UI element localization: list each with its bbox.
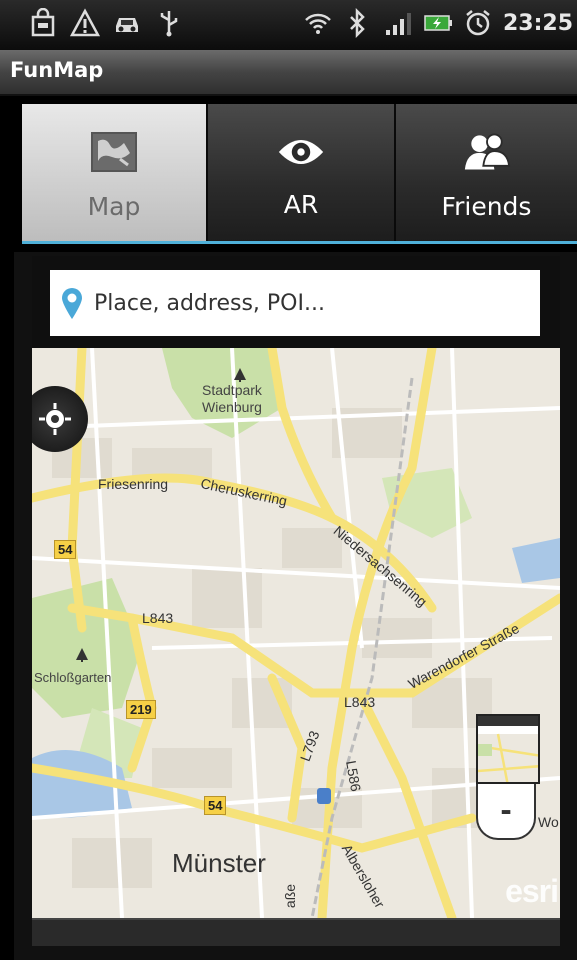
road-shield-54-south: 54 — [204, 796, 227, 815]
tab-ar-label: AR — [283, 190, 319, 219]
app-title: FunMap — [10, 58, 104, 82]
map-view[interactable]: Stadtpark Wienburg Schloßgarten Münster … — [32, 348, 560, 918]
road-label-friesenring: Friesenring — [98, 476, 169, 492]
crosshair-icon — [39, 403, 71, 435]
road-label-l843-west: L843 — [142, 610, 174, 626]
tab-map[interactable]: Map — [22, 104, 208, 241]
car-icon — [112, 8, 142, 38]
title-bar: FunMap — [0, 50, 577, 96]
map-icon — [90, 130, 138, 174]
city-label: Münster — [172, 848, 266, 878]
zoom-out-button[interactable]: - — [476, 784, 536, 840]
schlossgarten-label: Schloßgarten — [34, 670, 112, 685]
road-shield-219: 219 — [126, 700, 156, 719]
alarm-icon — [463, 8, 493, 38]
location-pin-icon — [60, 285, 90, 321]
tab-ar[interactable]: AR — [208, 104, 396, 241]
friends-icon — [463, 130, 511, 174]
shopping-bag-icon — [28, 8, 58, 38]
wifi-icon — [303, 8, 333, 38]
search-input[interactable] — [94, 290, 514, 316]
tab-map-label: Map — [87, 192, 141, 221]
status-bar: 23:25 — [0, 0, 577, 50]
overview-minimap[interactable] — [476, 714, 540, 784]
status-time: 23:25 — [502, 10, 573, 36]
road-label-l843-east: L843 — [344, 694, 376, 710]
tab-friends-label: Friends — [441, 192, 532, 221]
content-panel: Stadtpark Wienburg Schloßgarten Münster … — [14, 252, 577, 960]
tab-bar: Map AR Friends — [22, 104, 577, 244]
road-label-strasse: aße — [282, 883, 299, 909]
park-label: Stadtpark Wienburg — [202, 382, 262, 415]
eye-icon — [277, 130, 325, 174]
bluetooth-off-icon — [343, 8, 373, 38]
map-frame: Stadtpark Wienburg Schloßgarten Münster … — [32, 256, 560, 946]
search-box[interactable] — [50, 270, 540, 336]
zoom-out-label: - — [500, 794, 512, 827]
warning-icon — [70, 8, 100, 38]
road-shield-54-west: 54 — [54, 540, 77, 559]
bottom-bar — [32, 918, 560, 946]
tab-friends[interactable]: Friends — [396, 104, 577, 241]
esri-logo: esri — [505, 873, 559, 909]
usb-icon — [154, 8, 184, 38]
road-label-wo: Wo — [538, 814, 559, 830]
signal-icon — [383, 8, 413, 38]
search-bar — [32, 256, 560, 348]
battery-charging-icon — [423, 8, 453, 38]
